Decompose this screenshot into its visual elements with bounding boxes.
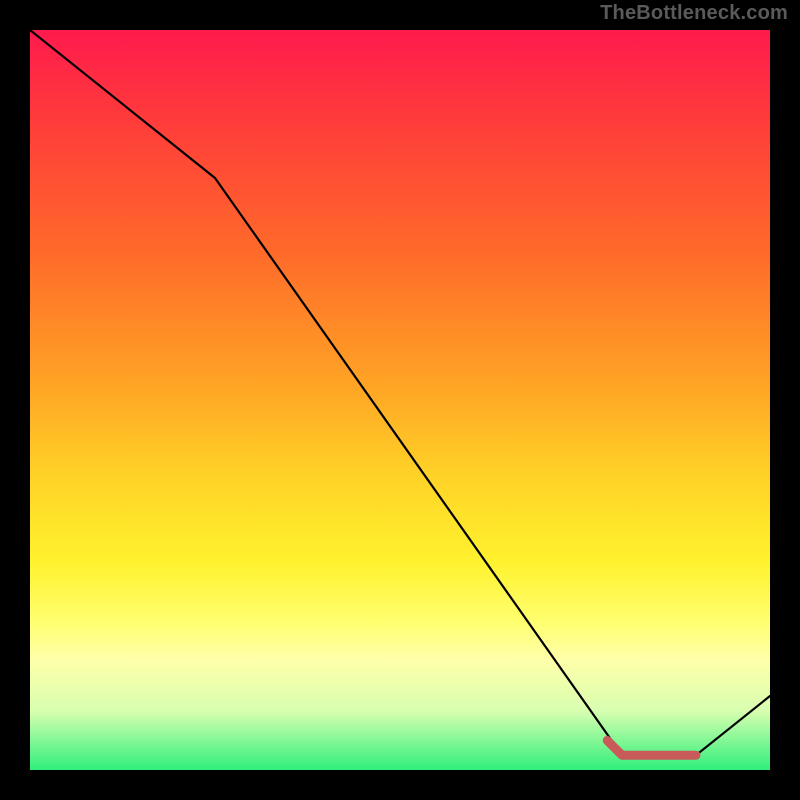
chart-frame: TheBottleneck.com <box>0 0 800 800</box>
watermark-text: TheBottleneck.com <box>600 2 788 25</box>
plot-area <box>30 30 770 770</box>
optimal-flat-accent-line <box>607 740 696 755</box>
chart-svg <box>30 30 770 770</box>
bottleneck-curve-line <box>30 30 770 755</box>
